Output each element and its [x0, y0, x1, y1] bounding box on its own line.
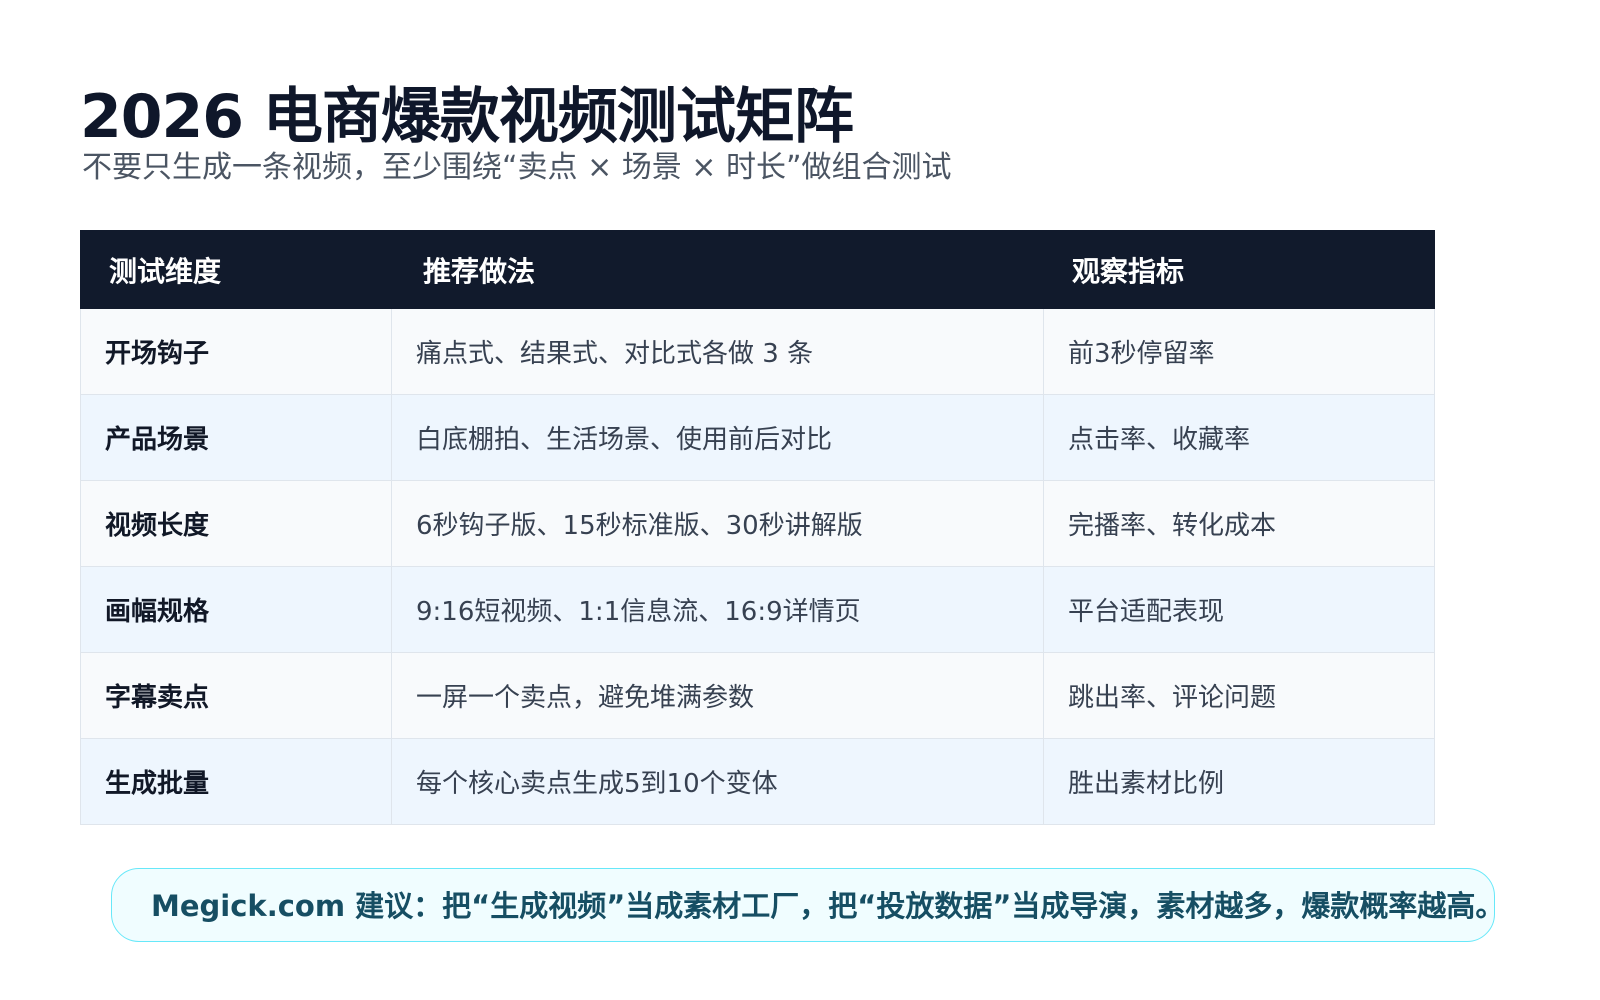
- table-row: 开场钩子 痛点式、结果式、对比式各做 3 条 前3秒停留率: [80, 308, 1435, 395]
- table-row: 画幅规格 9:16短视频、1:1信息流、16:9详情页 平台适配表现: [80, 566, 1435, 653]
- page-subtitle: 不要只生成一条视频，至少围绕“卖点 × 场景 × 时长”做组合测试: [82, 150, 952, 185]
- metric-cell: 完播率、转化成本: [1043, 480, 1435, 567]
- metric-cell: 跳出率、评论问题: [1043, 652, 1435, 739]
- practice-cell: 9:16短视频、1:1信息流、16:9详情页: [391, 566, 1044, 653]
- page-title: 2026 电商爆款视频测试矩阵: [80, 82, 854, 152]
- table-row: 生成批量 每个核心卖点生成5到10个变体 胜出素材比例: [80, 738, 1435, 825]
- practice-cell: 一屏一个卖点，避免堆满参数: [391, 652, 1044, 739]
- column-header-dimension: 测试维度: [80, 230, 392, 309]
- column-header-metric: 观察指标: [1043, 230, 1435, 309]
- dimension-cell: 开场钩子: [80, 308, 392, 395]
- practice-cell: 每个核心卖点生成5到10个变体: [391, 738, 1044, 825]
- dimension-cell: 视频长度: [80, 480, 392, 567]
- practice-cell: 白底棚拍、生活场景、使用前后对比: [391, 394, 1044, 481]
- table-row: 视频长度 6秒钩子版、15秒标准版、30秒讲解版 完播率、转化成本: [80, 480, 1435, 567]
- recommendation-text: Megick.com 建议：把“生成视频”当成素材工厂，把“投放数据”当成导演，…: [151, 889, 1505, 923]
- practice-cell: 6秒钩子版、15秒标准版、30秒讲解版: [391, 480, 1044, 567]
- table-header: 测试维度 推荐做法 观察指标: [80, 230, 1435, 309]
- dimension-cell: 画幅规格: [80, 566, 392, 653]
- table-row: 字幕卖点 一屏一个卖点，避免堆满参数 跳出率、评论问题: [80, 652, 1435, 739]
- recommendation-callout: Megick.com 建议：把“生成视频”当成素材工厂，把“投放数据”当成导演，…: [111, 868, 1504, 942]
- practice-cell: 痛点式、结果式、对比式各做 3 条: [391, 308, 1044, 395]
- table-row: 产品场景 白底棚拍、生活场景、使用前后对比 点击率、收藏率: [80, 394, 1435, 481]
- metric-cell: 前3秒停留率: [1043, 308, 1435, 395]
- metric-cell: 平台适配表现: [1043, 566, 1435, 653]
- table-header-row: 测试维度 推荐做法 观察指标: [80, 230, 1435, 309]
- dimension-cell: 字幕卖点: [80, 652, 392, 739]
- dimension-cell: 产品场景: [80, 394, 392, 481]
- table-body: 开场钩子 痛点式、结果式、对比式各做 3 条 前3秒停留率 产品场景 白底棚拍、…: [80, 308, 1435, 825]
- metric-cell: 点击率、收藏率: [1043, 394, 1435, 481]
- column-header-practice: 推荐做法: [391, 230, 1044, 309]
- dimension-cell: 生成批量: [80, 738, 392, 825]
- test-matrix-table: 测试维度 推荐做法 观察指标 开场钩子 痛点式、结果式、对比式各做 3 条 前3…: [80, 230, 1435, 825]
- metric-cell: 胜出素材比例: [1043, 738, 1435, 825]
